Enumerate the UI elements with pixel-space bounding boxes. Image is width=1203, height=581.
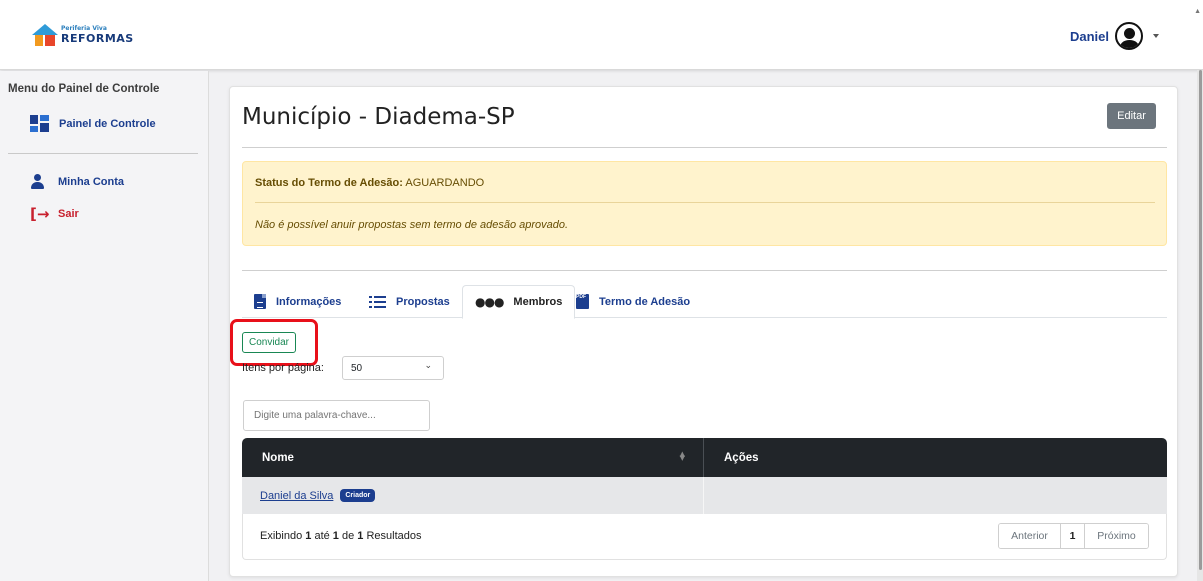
alert-message: Não é possível anuir propostas sem termo…: [255, 219, 569, 231]
sidebar-item-label: Sair: [58, 208, 79, 220]
status-alert: Status do Termo de Adesão: AGUARDANDO Nã…: [242, 161, 1167, 246]
creator-badge: Criador: [340, 489, 376, 502]
sidebar: Menu do Painel de Controle Painel de Con…: [0, 71, 209, 581]
caret-down-icon[interactable]: [1153, 34, 1159, 38]
sidebar-item-label: Painel de Controle: [59, 117, 156, 130]
members-table: Nome ▲ ▼ Ações Daniel da Silva Criador Ex…: [242, 438, 1167, 560]
chevron-down-icon: ⌄: [424, 361, 432, 371]
avatar-icon[interactable]: [1115, 22, 1143, 50]
table-row: Daniel da Silva Criador: [242, 477, 1167, 514]
pagination: Anterior 1 Próximo: [998, 523, 1149, 549]
logout-icon: [→: [30, 205, 50, 223]
tab-membros[interactable]: ●●● Membros: [462, 285, 576, 319]
sort-icon[interactable]: ▲ ▼: [680, 451, 685, 462]
sidebar-item-sair[interactable]: [→ Sair: [30, 205, 79, 223]
table-footer: Exibindo 1 até 1 de 1 Resultados Anterio…: [242, 514, 1167, 560]
member-name-link[interactable]: Daniel da Silva: [260, 490, 333, 502]
summary-text: até: [311, 530, 333, 542]
summary-text: Exibindo: [260, 530, 306, 542]
summary-text: Resultados: [363, 530, 422, 542]
sidebar-item-painel[interactable]: Painel de Controle: [30, 115, 156, 132]
logo-big-text: REFORMAS: [61, 32, 134, 45]
column-label: Ações: [724, 451, 759, 464]
tab-label: Termo de Adesão: [599, 295, 691, 308]
tab-informacoes[interactable]: Informações: [242, 285, 353, 318]
pagination-next[interactable]: Próximo: [1085, 524, 1148, 548]
logo-house-icon: [32, 24, 58, 46]
edit-button[interactable]: Editar: [1107, 103, 1156, 129]
per-page-label: Itens por página:: [242, 362, 324, 374]
table-cell-acoes: [704, 477, 1167, 514]
alert-status-label: Status do Termo de Adesão:: [255, 177, 403, 189]
alert-status-value: AGUARDANDO: [402, 177, 485, 189]
top-navbar: Periferia Viva REFORMAS Daniel ▲: [0, 0, 1203, 70]
per-page-value: 50: [351, 363, 363, 374]
alert-divider: [255, 202, 1155, 203]
scroll-up-arrow-icon[interactable]: ▲: [1194, 8, 1201, 15]
tabs: Informações Propostas ●●● Membros PDF Te…: [242, 285, 1167, 319]
tab-propostas[interactable]: Propostas: [357, 285, 462, 318]
sidebar-item-label: Minha Conta: [58, 175, 124, 188]
results-summary: Exibindo 1 até 1 de 1 Resultados: [260, 530, 422, 542]
sidebar-divider: [8, 153, 198, 154]
municipio-card: Município - Diadema-SP Editar Status do …: [229, 86, 1178, 577]
document-icon: [254, 294, 266, 309]
list-icon: [369, 295, 386, 308]
column-label: Nome: [262, 451, 294, 464]
users-icon: ●●●: [475, 295, 504, 309]
search-input[interactable]: [243, 400, 430, 431]
title-divider: [242, 147, 1167, 148]
column-header-acoes: Ações: [704, 438, 1167, 477]
column-header-nome[interactable]: Nome ▲ ▼: [242, 438, 704, 477]
tab-label: Membros: [513, 296, 563, 308]
logo[interactable]: Periferia Viva REFORMAS: [32, 24, 134, 46]
alert-status: Status do Termo de Adesão: AGUARDANDO: [255, 177, 484, 189]
invite-button[interactable]: Convidar: [242, 332, 296, 353]
user-menu[interactable]: Daniel: [1070, 22, 1159, 50]
summary-text: de: [338, 530, 358, 542]
table-header: Nome ▲ ▼ Ações: [242, 438, 1167, 477]
table-cell-nome: Daniel da Silva Criador: [242, 477, 704, 514]
pdf-icon: PDF: [576, 294, 589, 309]
person-icon: [30, 174, 44, 189]
tab-termo-de-adesao[interactable]: PDF Termo de Adesão: [564, 285, 702, 318]
tab-label: Propostas: [396, 295, 450, 308]
section-divider: [242, 270, 1167, 271]
pagination-page[interactable]: 1: [1061, 524, 1085, 548]
sidebar-title: Menu do Painel de Controle: [8, 83, 160, 95]
tab-label: Informações: [276, 295, 342, 308]
per-page-select[interactable]: 50 ⌄: [342, 356, 444, 380]
pagination-previous[interactable]: Anterior: [999, 524, 1061, 548]
page-title: Município - Diadema-SP: [242, 104, 515, 130]
user-name[interactable]: Daniel: [1070, 29, 1109, 44]
scrollbar-thumb[interactable]: [1199, 70, 1202, 570]
sidebar-item-minha-conta[interactable]: Minha Conta: [30, 174, 124, 189]
dashboard-icon: [30, 115, 49, 132]
